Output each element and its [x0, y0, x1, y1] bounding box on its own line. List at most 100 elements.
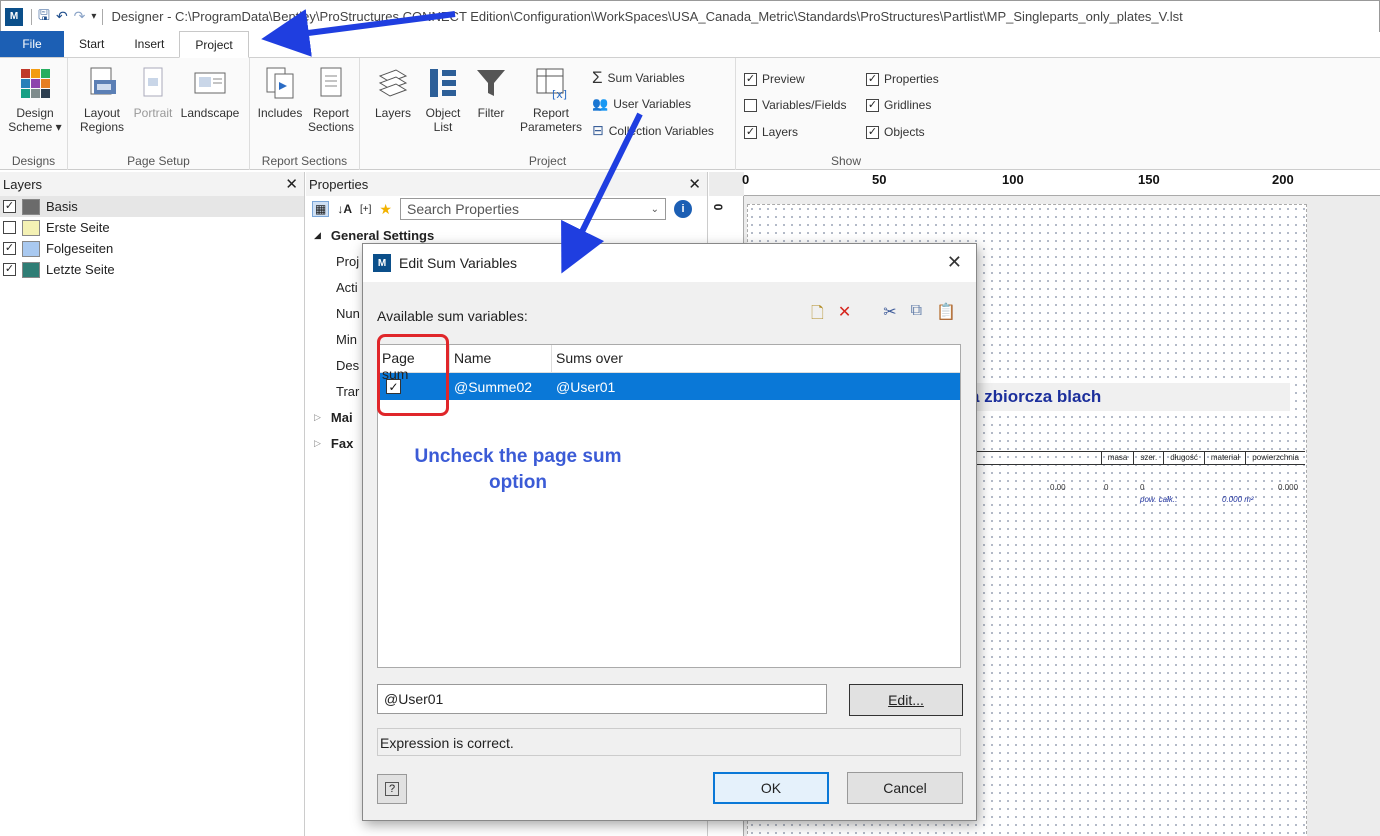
layers-panel-title: Layers — [3, 176, 43, 192]
app-logo-icon: M — [373, 254, 391, 272]
collection-icon: ⊟ — [592, 122, 604, 138]
column-header: długość — [1163, 452, 1204, 464]
edit-button[interactable]: Edit... — [849, 684, 963, 716]
cancel-button[interactable]: Cancel — [847, 772, 963, 804]
layer-checkbox[interactable] — [3, 221, 16, 234]
table-row[interactable]: ✓ @Summe02 @User01 — [378, 373, 960, 400]
favorite-star-icon[interactable]: ★ — [379, 201, 392, 218]
variables-fields-toggle[interactable]: Variables/Fields — [744, 98, 846, 112]
copy-icon[interactable]: ⧉ — [911, 302, 922, 329]
objects-toggle[interactable]: ✓ Objects — [866, 125, 925, 139]
collection-variables-button[interactable]: ⊟ Collection Variables — [592, 122, 714, 139]
properties-toggle[interactable]: ✓ Properties — [866, 72, 939, 86]
close-icon[interactable]: ✕ — [285, 175, 298, 193]
expression-status: Expression is correct. — [377, 728, 961, 756]
sort-alpha-icon[interactable]: ↓A — [337, 202, 352, 216]
dialog-title-bar: M Edit Sum Variables — [363, 244, 976, 282]
window-title: Designer - C:\ProgramData\Bentley\ProStr… — [111, 9, 1183, 24]
sum-variables-table[interactable]: Page sum Name Sums over ✓ @Summe02 @User… — [377, 344, 961, 668]
user-variables-button[interactable]: 👥 User Variables — [592, 96, 691, 112]
objects-checkbox[interactable]: ✓ — [866, 125, 879, 139]
column-header-name[interactable]: Name — [450, 345, 552, 372]
cut-icon[interactable]: ✂ — [883, 302, 896, 329]
layers-button[interactable]: Layers — [370, 66, 416, 120]
design-scheme-button[interactable]: Design Scheme ▾ — [6, 66, 64, 134]
layers-icon — [376, 66, 410, 100]
table-header[interactable]: masa szer. długość materiał powierzchnia — [960, 451, 1305, 465]
sum-variables-button[interactable]: Σ Sum Variables — [592, 68, 685, 88]
help-button[interactable]: ? — [377, 774, 407, 804]
save-icon[interactable]: 🖫 — [38, 5, 50, 29]
tab-start[interactable]: Start — [64, 31, 119, 57]
close-icon[interactable]: ✕ — [947, 252, 962, 273]
ribbon: Design Scheme ▾ Designs Layout Regions P… — [0, 58, 1380, 170]
group-designs: Design Scheme ▾ Designs — [0, 58, 68, 170]
tab-file[interactable]: File — [0, 31, 64, 57]
preview-toggle[interactable]: ✓ Preview — [744, 72, 805, 86]
preview-checkbox[interactable]: ✓ — [744, 72, 757, 86]
layout-regions-button[interactable]: Layout Regions — [78, 66, 126, 134]
layer-item-basis[interactable]: ✓ Basis — [0, 196, 304, 217]
column-header-sums-over[interactable]: Sums over — [552, 345, 960, 372]
users-icon: 👥 — [592, 96, 609, 111]
variables-fields-checkbox[interactable] — [744, 98, 757, 112]
report-parameters-label: Report Parameters — [519, 106, 583, 134]
expand-icon[interactable]: [+] — [360, 204, 371, 215]
layers-toggle[interactable]: ✓ Layers — [744, 125, 798, 139]
collection-variables-label: Collection Variables — [608, 123, 714, 138]
layers-panel-header: Layers ✕ — [0, 172, 304, 196]
layer-checkbox[interactable]: ✓ — [3, 263, 16, 276]
layer-checkbox[interactable]: ✓ — [3, 242, 16, 255]
report-title[interactable]: a zbiorcza blach — [960, 383, 1290, 411]
info-icon[interactable]: i — [673, 200, 692, 218]
layer-item-folgeseiten[interactable]: ✓ Folgeseiten — [0, 238, 304, 259]
gridlines-toggle[interactable]: ✓ Gridlines — [866, 98, 931, 112]
layers-checkbox[interactable]: ✓ — [744, 125, 757, 139]
report-sections-button[interactable]: Report Sections — [306, 66, 356, 134]
tab-project[interactable]: Project — [179, 31, 249, 58]
undo-icon[interactable]: ↶ — [56, 8, 68, 25]
expression-input[interactable]: @User01 — [377, 684, 827, 714]
properties-checkbox[interactable]: ✓ — [866, 72, 879, 86]
new-variable-icon[interactable]: 🗋 — [811, 302, 824, 329]
value-cell: 0 — [1104, 483, 1109, 492]
dialog-title: Edit Sum Variables — [399, 255, 518, 271]
landscape-button[interactable]: Landscape — [178, 66, 242, 120]
includes-icon — [263, 66, 297, 100]
objects-label: Objects — [884, 125, 925, 139]
includes-button[interactable]: Includes — [254, 66, 306, 120]
report-sections-label: Report Sections — [307, 106, 355, 134]
layer-label: Folgeseiten — [46, 241, 114, 256]
redo-icon[interactable]: ↷ — [74, 8, 86, 25]
value-cell: 0 — [1140, 483, 1145, 492]
delete-icon[interactable]: ✕ — [838, 302, 851, 329]
value-cell: 0.00 — [1050, 483, 1066, 492]
filter-button[interactable]: Filter — [470, 66, 512, 120]
layer-item-letzte-seite[interactable]: ✓ Letzte Seite — [0, 259, 304, 280]
group-label-report-sections: Report Sections — [261, 154, 348, 168]
property-label: Des — [336, 357, 360, 373]
gridlines-checkbox[interactable]: ✓ — [866, 98, 879, 112]
layer-checkbox[interactable]: ✓ — [3, 200, 16, 213]
sum-variables-label: Sum Variables — [607, 71, 685, 85]
close-icon[interactable]: ✕ — [688, 175, 701, 193]
separator — [102, 8, 104, 25]
search-properties-input[interactable]: Search Properties ⌄ — [399, 198, 666, 220]
edit-sum-variables-dialog: M Edit Sum Variables ✕ Available sum var… — [362, 243, 977, 821]
categorized-icon[interactable]: ▦ — [312, 201, 330, 217]
chevron-down-icon[interactable]: ⌄ — [651, 204, 659, 215]
ok-button[interactable]: OK — [713, 772, 829, 804]
portrait-button[interactable]: Portrait — [128, 66, 178, 120]
tab-insert[interactable]: Insert — [119, 31, 179, 57]
design-scheme-icon — [18, 66, 52, 100]
layer-item-erste-seite[interactable]: Erste Seite — [0, 217, 304, 238]
object-list-button[interactable]: Object List — [418, 66, 468, 134]
paste-icon[interactable]: 📋 — [936, 302, 956, 329]
report-parameters-button[interactable]: [x] Report Parameters — [514, 66, 588, 134]
dialog-toolbar: 🗋 ✕ ✂ ⧉ 📋 — [811, 302, 956, 329]
table-header: Page sum Name Sums over — [378, 345, 960, 382]
help-icon: ? — [384, 782, 400, 796]
customize-dropdown-icon[interactable]: ▾ — [91, 11, 96, 22]
layers-panel: Layers ✕ ✓ Basis Erste Seite ✓ Folgeseit… — [0, 172, 305, 836]
